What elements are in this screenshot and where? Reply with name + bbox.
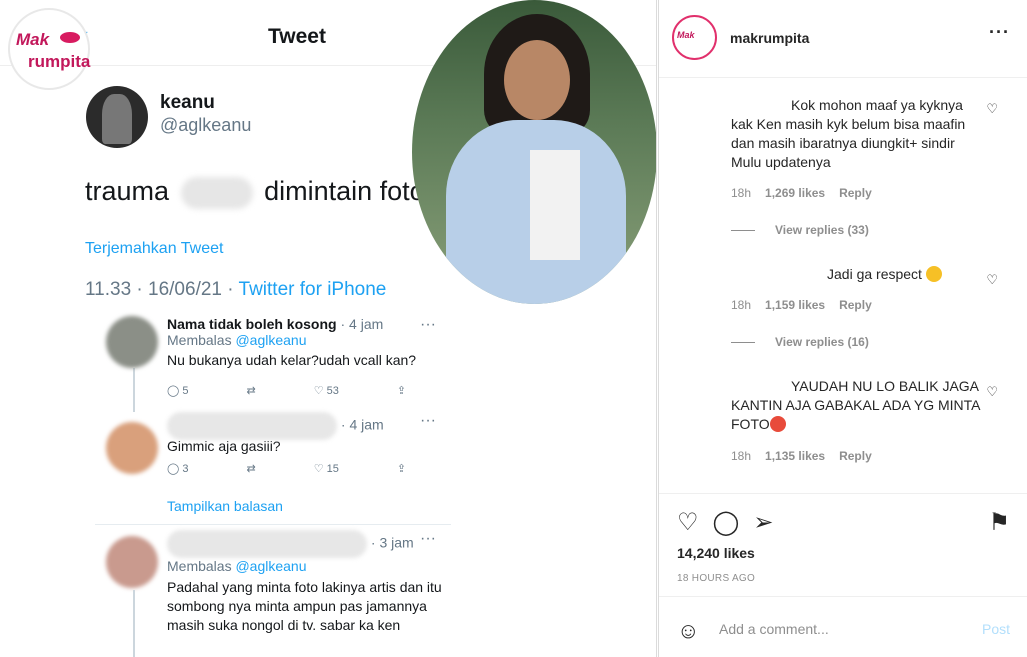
- post-header: Mak makrumpita ···: [659, 0, 1027, 78]
- comment-text: Kok mohon maaf ya kyknya kak Ken masih k…: [731, 97, 966, 170]
- heart-eyes-emoji-icon: [769, 416, 786, 432]
- reply-actions: ◯ 3 ⇄ ♡ 15 ⇪: [167, 462, 464, 475]
- reply-avatar: [106, 422, 158, 474]
- view-replies-button[interactable]: View replies (16): [731, 335, 869, 349]
- tweet-meta: 11.33 · 16/06/21 · Twitter for iPhone: [85, 279, 386, 301]
- reply-comment-icon: ◯ 3: [167, 463, 189, 475]
- comment-reply-button[interactable]: Reply: [839, 186, 872, 200]
- profile-username[interactable]: makrumpita: [730, 30, 809, 46]
- reply-replying-to: Membalas @aglkeanu: [167, 558, 307, 574]
- comment-text: YAUDAH NU LO BALIK JAGA KANTIN AJA GABAK…: [731, 378, 980, 432]
- view-replies-button[interactable]: View replies (33): [731, 223, 869, 237]
- reply-avatar: [106, 536, 158, 588]
- comment-reply-button[interactable]: Reply: [839, 449, 872, 463]
- tweet-text-after: dimintain foto: [264, 176, 425, 206]
- emoji-picker-icon[interactable]: ☺: [677, 618, 699, 644]
- reply-time: · 4 jam: [340, 416, 384, 433]
- reply-retweet-icon: ⇄: [246, 385, 256, 397]
- reply-actions: ◯ 5 ⇄ ♡ 53 ⇪: [167, 384, 464, 397]
- reply-body: Nama tidak boleh kosong · 4 jam Membalas…: [167, 316, 447, 368]
- instagram-post-view: ‹ Tweet Mak rumpita keanu @aglkeanu trau…: [0, 0, 1027, 657]
- comment-meta: 18h 1,159 likes Reply: [731, 298, 872, 312]
- blurred-name: [167, 412, 337, 440]
- reply-text: Gimmic aja gasiii?: [167, 438, 281, 454]
- author-handle: @aglkeanu: [160, 115, 252, 135]
- comment-text: Jadi ga respect: [731, 265, 981, 284]
- reply-body: · 3 jam Membalas @aglkeanu Padahal yang …: [167, 530, 447, 635]
- comment-reply-button[interactable]: Reply: [839, 298, 872, 312]
- tweet-reply: · 3 jam Membalas @aglkeanu Padahal yang …: [106, 530, 446, 655]
- reply-retweet-icon: ⇄: [246, 463, 256, 475]
- blurred-name: [167, 530, 367, 558]
- brand-logo: Mak rumpita: [8, 8, 90, 90]
- brand-logo-line1: Mak: [16, 30, 50, 49]
- reply-more-icon: ···: [420, 530, 436, 547]
- action-icons: ♡ ◯ ➢: [677, 508, 787, 537]
- show-replies-link: Tampilkan balasan: [167, 498, 283, 514]
- post-comment-button[interactable]: Post: [982, 621, 1010, 637]
- photo-shirt-panel: [530, 150, 580, 260]
- comment-likes[interactable]: 1,135 likes: [765, 449, 825, 463]
- author-name: keanu: [160, 92, 215, 113]
- likes-count[interactable]: 14,240 likes: [677, 545, 755, 561]
- comment-like-icon[interactable]: ♡: [986, 384, 998, 400]
- person-photo: [412, 0, 656, 304]
- post-actions: ♡ ◯ ➢ ⚑ 14,240 likes 18 HOURS AGO ☺ Add a …: [659, 493, 1027, 657]
- comment-likes[interactable]: 1,159 likes: [765, 298, 825, 312]
- reply-like-icon: ♡ 15: [313, 463, 339, 475]
- comment-icon[interactable]: ◯: [713, 509, 740, 536]
- reply-text: Nu bukanya udah kelar?udah vcall kan?: [167, 352, 417, 368]
- reply-body: · 4 jam Gimmic aja gasiii?: [167, 412, 447, 454]
- reply-replying-to: Membalas @aglkeanu: [167, 332, 307, 348]
- like-icon[interactable]: ♡: [677, 509, 699, 536]
- blurred-word: [180, 176, 253, 209]
- comments-list[interactable]: Kok mohon maaf ya kyknya kak Ken masih k…: [659, 79, 1027, 493]
- post-time-ago: 18 HOURS AGO: [677, 573, 756, 584]
- tweet-reply: Nama tidak boleh kosong · 4 jam Membalas…: [106, 316, 446, 406]
- reply-like-icon: ♡ 53: [313, 385, 339, 397]
- reply-replying-handle: @aglkeanu: [235, 558, 307, 574]
- tweet-text: trauma dimintain foto: [85, 176, 425, 209]
- more-options-icon[interactable]: ···: [989, 22, 1010, 43]
- reply-share-icon: ⇪: [396, 385, 407, 397]
- reply-replying-handle: @aglkeanu: [235, 332, 307, 348]
- add-comment-input[interactable]: Add a comment...: [719, 621, 829, 637]
- tweet-text-before: trauma: [85, 176, 170, 206]
- reply-name: Nama tidak boleh kosong: [167, 316, 337, 332]
- comment-meta: 18h 1,135 likes Reply: [731, 449, 872, 463]
- lips-icon: [60, 32, 80, 43]
- reply-share-icon: ⇪: [396, 463, 407, 475]
- reply-text: Padahal yang minta foto lakinya artis da…: [167, 579, 442, 633]
- author-avatar: [86, 86, 148, 148]
- reply-comment-icon: ◯ 5: [167, 385, 189, 397]
- share-icon[interactable]: ➢: [753, 509, 773, 536]
- profile-avatar[interactable]: Mak: [672, 15, 717, 60]
- post-side-panel: Mak makrumpita ··· Kok mohon maaf ya kyk…: [658, 0, 1027, 657]
- comment-meta: 18h 1,269 likes Reply: [731, 186, 872, 200]
- comment-likes[interactable]: 1,269 likes: [765, 186, 825, 200]
- reply-avatar: [106, 316, 158, 368]
- comment-like-icon[interactable]: ♡: [986, 272, 998, 288]
- disappointed-emoji-icon: [925, 266, 942, 282]
- reply-more-icon: ···: [420, 412, 436, 429]
- translate-tweet-link: Terjemahkan Tweet: [85, 240, 224, 257]
- photo-face: [504, 40, 570, 120]
- thread-line: [133, 590, 135, 657]
- reply-more-icon: ···: [420, 316, 436, 333]
- tweet-header-title: Tweet: [268, 25, 326, 48]
- post-image: ‹ Tweet Mak rumpita keanu @aglkeanu trau…: [0, 0, 657, 657]
- reply-divider: [95, 524, 451, 525]
- tweet-reply: · 4 jam Gimmic aja gasiii? ··· ◯ 3 ⇄ ♡ 15 ⇪: [106, 412, 446, 492]
- add-comment-bar: ☺ Add a comment... Post: [659, 596, 1027, 657]
- reply-time: · 3 jam: [370, 534, 414, 551]
- comment-like-icon[interactable]: ♡: [986, 101, 998, 117]
- brand-logo-line2: rumpita: [28, 52, 91, 71]
- profile-avatar-logo: Mak: [677, 30, 695, 40]
- tweet-timestamp: 11.33 · 16/06/21 ·: [85, 279, 239, 300]
- bookmark-icon[interactable]: ⚑: [988, 508, 1010, 537]
- reply-time: · 4 jam: [340, 316, 384, 332]
- tweet-source: Twitter for iPhone: [238, 279, 387, 300]
